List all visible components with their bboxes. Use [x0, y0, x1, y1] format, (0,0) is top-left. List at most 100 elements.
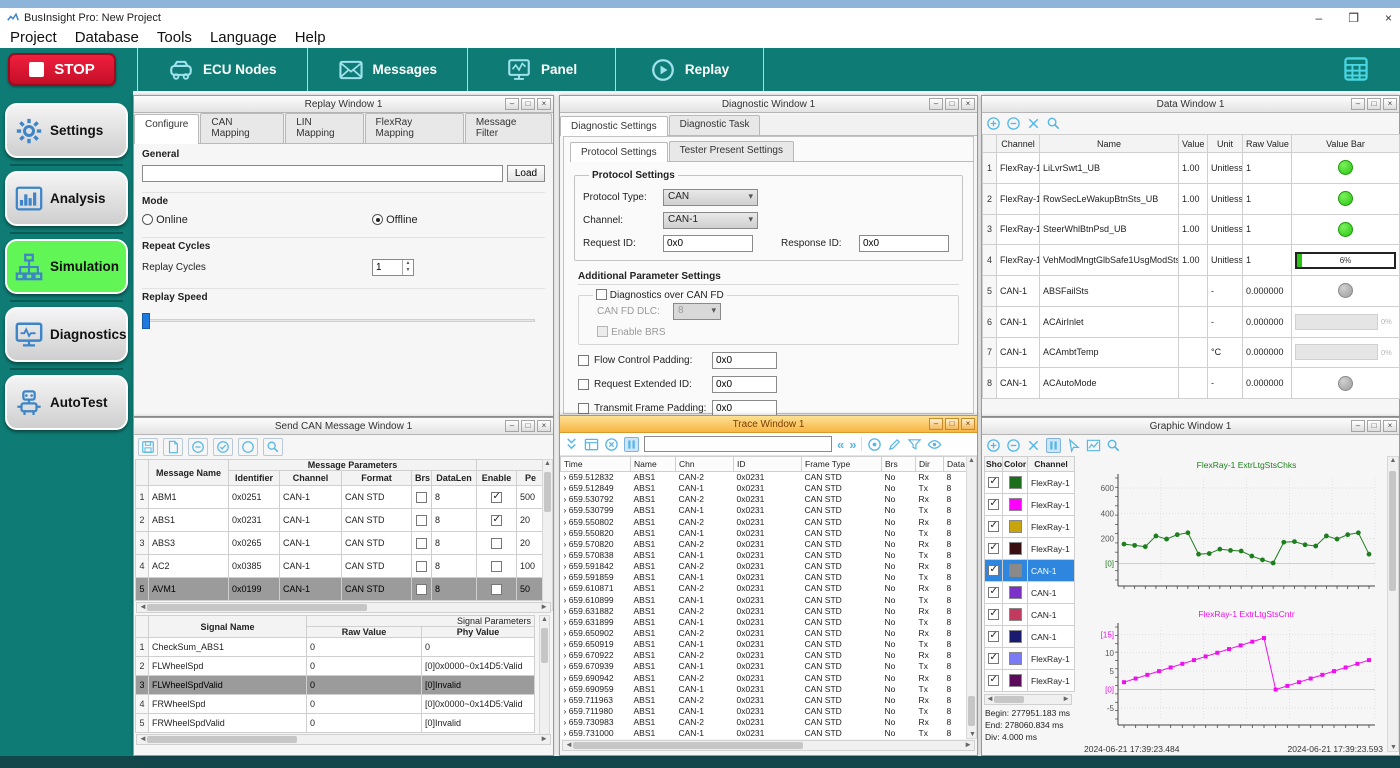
- close-button[interactable]: ×: [961, 418, 975, 430]
- column-header-data[interactable]: Data: [944, 457, 968, 472]
- column-header-brs[interactable]: Brs: [882, 457, 916, 472]
- tab-diagnostic-settings[interactable]: Diagnostic Settings: [560, 116, 668, 136]
- trace-row[interactable]: › 659.550802ABS1CAN-20x0231CAN STDNoRx8: [561, 516, 968, 527]
- series-color-swatch[interactable]: [1009, 542, 1022, 555]
- x-icon[interactable]: [1026, 116, 1041, 131]
- show-checkbox[interactable]: [988, 521, 999, 532]
- column-header-time[interactable]: Time: [561, 457, 631, 472]
- envelope-icon[interactable]: [338, 57, 364, 83]
- series-color-swatch[interactable]: [1009, 630, 1022, 643]
- data-row-acairinlet[interactable]: 6CAN-1ACAirInlet-0.0000000%: [983, 306, 1400, 337]
- brs-checkbox[interactable]: [416, 561, 427, 572]
- column-header-channel[interactable]: Channel: [997, 135, 1040, 153]
- column-header-value[interactable]: Value: [1179, 135, 1208, 153]
- trace-row[interactable]: › 659.610899ABS1CAN-10x0231CAN STDNoTx8: [561, 594, 968, 605]
- column-header[interactable]: Message Name: [149, 460, 229, 486]
- enable-checkbox[interactable]: [491, 492, 502, 503]
- find-previous-icon[interactable]: «: [837, 437, 844, 452]
- menu-project[interactable]: Project: [10, 29, 57, 46]
- column-header[interactable]: Channel: [280, 471, 342, 486]
- monitor-icon[interactable]: [14, 320, 44, 350]
- offline-radio[interactable]: Offline: [372, 214, 418, 226]
- param-value-field[interactable]: [712, 376, 777, 393]
- ecu-nodes-button[interactable]: ECU Nodes: [137, 48, 308, 91]
- brs-checkbox[interactable]: [416, 492, 427, 503]
- trace-row[interactable]: › 659.650902ABS1CAN-20x0231CAN STDNoRx8: [561, 627, 968, 638]
- minimize-button[interactable]: –: [505, 420, 519, 432]
- sidebar-item-settings[interactable]: Settings: [5, 103, 128, 158]
- show-checkbox[interactable]: [988, 499, 999, 510]
- trace-row[interactable]: › 659.731000ABS1CAN-10x0231CAN STDNoTx8: [561, 728, 968, 739]
- close-button[interactable]: ×: [1385, 11, 1392, 25]
- column-header[interactable]: DataLen: [432, 471, 477, 486]
- tab-configure[interactable]: Configure: [134, 114, 199, 144]
- eye-icon[interactable]: [927, 437, 942, 452]
- column-header[interactable]: Identifier: [229, 471, 280, 486]
- trace-row[interactable]: › 659.570820ABS1CAN-20x0231CAN STDNoRx8: [561, 538, 968, 549]
- data-row-absfailsts[interactable]: 5CAN-1ABSFailSts-0.000000: [983, 276, 1400, 307]
- column-header[interactable]: Signal Name: [149, 616, 307, 638]
- graphic-window-titlebar[interactable]: Graphic Window 1 – □ ×: [982, 418, 1399, 435]
- menu-help[interactable]: Help: [295, 29, 326, 46]
- tab-message-filter[interactable]: Message Filter: [465, 113, 552, 143]
- message-row-avm1[interactable]: 5AVM10x0199CAN-1CAN STD850: [136, 578, 545, 601]
- minus-circle-icon-button[interactable]: [188, 438, 208, 456]
- column-header[interactable]: Phy Value: [422, 627, 535, 638]
- tab-flexray-mapping[interactable]: FlexRay Mapping: [365, 113, 464, 143]
- enable-checkbox[interactable]: [491, 515, 502, 526]
- trace-row[interactable]: › 659.670939ABS1CAN-10x0231CAN STDNoTx8: [561, 661, 968, 672]
- column-header-frame-type[interactable]: Frame Type: [802, 457, 882, 472]
- data-window-titlebar[interactable]: Data Window 1 – □ ×: [982, 96, 1399, 113]
- legend-row[interactable]: FlexRay-1: [985, 670, 1075, 692]
- replay-speed-slider[interactable]: [142, 313, 545, 329]
- graphic-vscrollbar[interactable]: ▲▼: [1387, 456, 1399, 752]
- chart-settings-icon[interactable]: [1086, 438, 1101, 453]
- data-row-vehmodmngtglbsafe1usgmodsts[interactable]: 4FlexRay-1VehModMngtGlbSafe1UsgModSts1.0…: [983, 245, 1400, 276]
- trace-row[interactable]: › 659.711963ABS1CAN-20x0231CAN STDNoRx8: [561, 694, 968, 705]
- column-header-name[interactable]: Name: [1040, 135, 1179, 153]
- close-button[interactable]: ×: [1383, 98, 1397, 110]
- menu-tools[interactable]: Tools: [157, 29, 192, 46]
- legend-column-show[interactable]: Show: [985, 457, 1003, 472]
- close-button[interactable]: ×: [1383, 420, 1397, 432]
- car-icon[interactable]: [168, 57, 194, 83]
- column-header-dir[interactable]: Dir: [916, 457, 944, 472]
- close-button[interactable]: ×: [537, 420, 551, 432]
- legend-row[interactable]: FlexRay-1: [985, 648, 1075, 670]
- trace-vscrollbar[interactable]: ▲▼: [966, 456, 977, 739]
- signal-row-flwheelspdvalid[interactable]: 3FLWheelSpdValid0[0]Invalid: [136, 676, 535, 695]
- show-checkbox[interactable]: [988, 477, 999, 488]
- brs-checkbox[interactable]: [416, 515, 427, 526]
- subtab-tester-present-settings[interactable]: Tester Present Settings: [669, 141, 794, 161]
- trace-row[interactable]: › 659.650919ABS1CAN-10x0231CAN STDNoTx8: [561, 639, 968, 650]
- maximize-button[interactable]: □: [945, 418, 959, 430]
- minimize-button[interactable]: –: [505, 98, 519, 110]
- magnifier-icon[interactable]: [1046, 116, 1061, 131]
- series-color-swatch[interactable]: [1009, 498, 1022, 511]
- protocol-type-dropdown[interactable]: CAN: [663, 189, 758, 206]
- message-row-abs1[interactable]: 2ABS10x0231CAN-1CAN STD820: [136, 509, 545, 532]
- trace-row[interactable]: › 659.610871ABS1CAN-20x0231CAN STDNoRx8: [561, 583, 968, 594]
- signal-row-frwheelspdvalid[interactable]: 5FRWheelSpdValid0[0]Invalid: [136, 714, 535, 733]
- menu-database[interactable]: Database: [75, 29, 139, 46]
- diagnostic-window-titlebar[interactable]: Diagnostic Window 1 – □ ×: [560, 96, 977, 113]
- load-button[interactable]: Load: [507, 165, 545, 182]
- trace-row[interactable]: › 659.550820ABS1CAN-10x0231CAN STDNoTx8: [561, 527, 968, 538]
- messages-button[interactable]: Messages: [308, 48, 469, 91]
- sidebar-item-autotest[interactable]: AutoTest: [5, 375, 128, 430]
- request-extended-id-checkbox[interactable]: [578, 379, 589, 390]
- signal-row-frwheelspd[interactable]: 4FRWheelSpd0[0]0x0000~0x14D5:Valid: [136, 695, 535, 714]
- signal-table-hscrollbar[interactable]: ◄►: [136, 734, 551, 745]
- view-mode-icon[interactable]: [584, 437, 599, 452]
- series-color-swatch[interactable]: [1009, 476, 1022, 489]
- legend-row[interactable]: FlexRay-1: [985, 538, 1075, 560]
- replay-icon[interactable]: [650, 57, 676, 83]
- bar-chart-icon[interactable]: [14, 184, 44, 214]
- replay-button[interactable]: Replay: [616, 48, 764, 91]
- minus-circle-icon[interactable]: [1006, 116, 1021, 131]
- clear-icon[interactable]: [604, 437, 619, 452]
- minimize-button[interactable]: –: [929, 418, 943, 430]
- transmit-frame-padding-checkbox[interactable]: [578, 403, 589, 414]
- column-header-name[interactable]: Name: [631, 457, 676, 472]
- trace-row[interactable]: › 659.690942ABS1CAN-20x0231CAN STDNoRx8: [561, 672, 968, 683]
